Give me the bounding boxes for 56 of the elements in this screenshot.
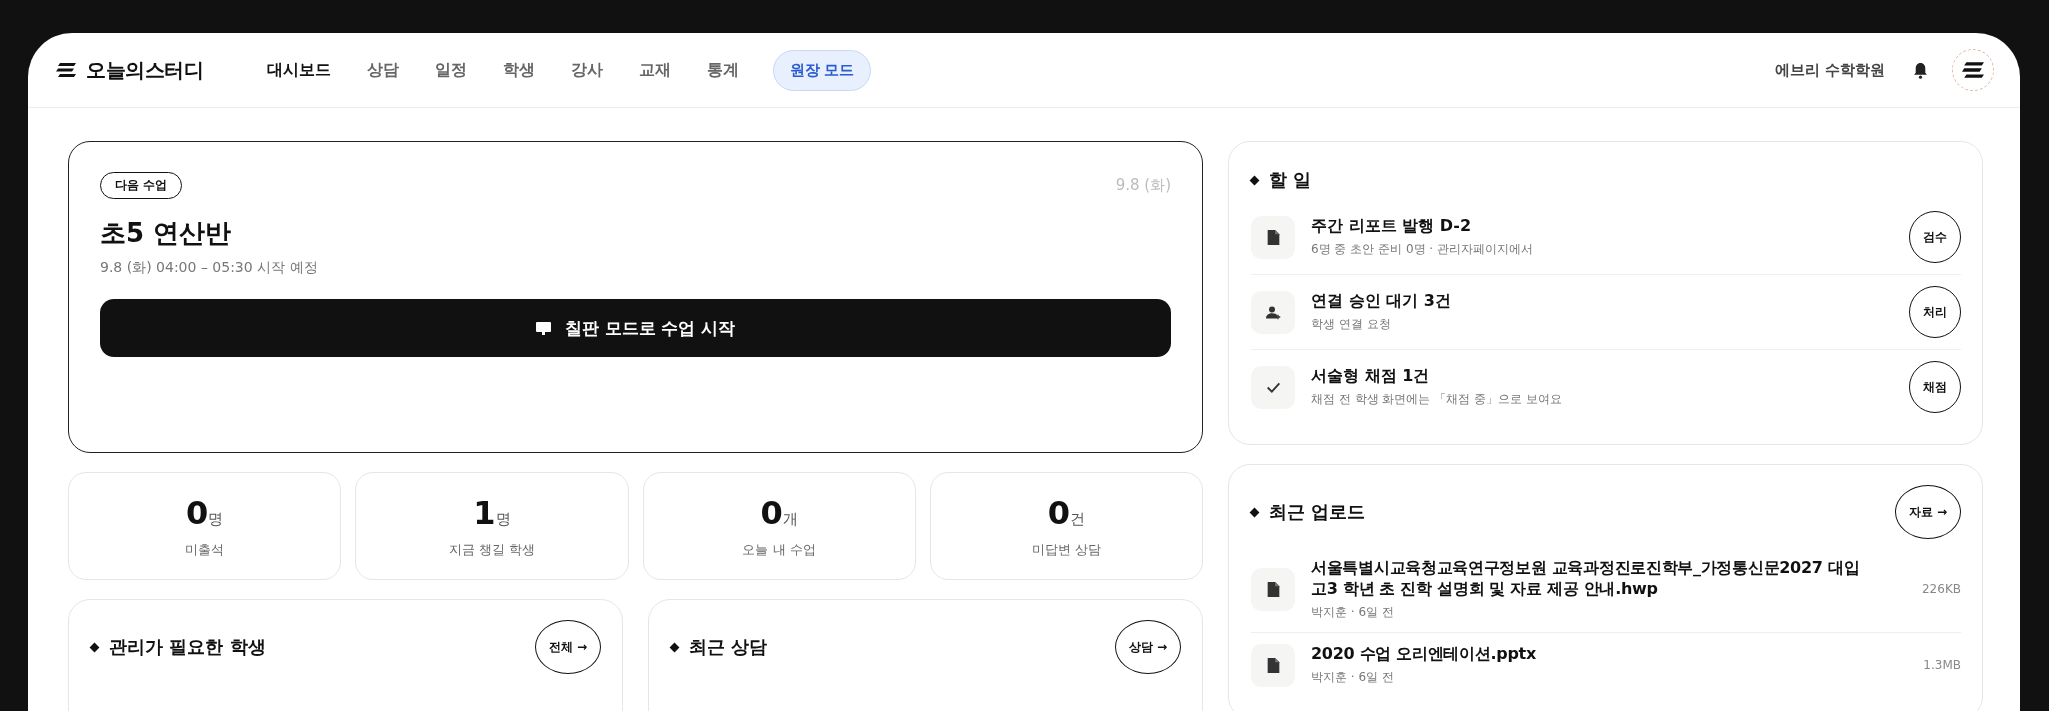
stat-label: 미답변 상담 bbox=[1031, 540, 1101, 559]
nav-tab[interactable]: 대시보드 bbox=[253, 51, 345, 89]
document-icon bbox=[1265, 581, 1281, 597]
stat-value: 1 bbox=[473, 493, 496, 532]
logo-icon bbox=[1962, 62, 1984, 78]
section-title: 관리가 필요한 학생 bbox=[109, 635, 266, 659]
todo-action-button[interactable]: 처리 bbox=[1909, 286, 1961, 338]
section-title: 최근 업로드 bbox=[1269, 500, 1366, 524]
stat-label: 미출석 bbox=[185, 540, 225, 559]
view-all-button[interactable]: 전체 → bbox=[535, 620, 601, 674]
todo-title: 주간 리포트 발행 D-2 bbox=[1311, 216, 1473, 237]
stat-unit: 명 bbox=[208, 509, 224, 529]
todo-action-button[interactable]: 검수 bbox=[1909, 211, 1961, 263]
stat-value: 0 bbox=[186, 493, 209, 532]
nav-tab[interactable]: 통계 bbox=[693, 51, 753, 89]
file-name[interactable]: 2020 수업 오리엔테이션.pptx bbox=[1311, 644, 1908, 665]
todo-subtitle: 6명 중 초안 준비 0명 · 관리자페이지에서 bbox=[1311, 241, 1534, 258]
file-name[interactable]: 서울특별시교육청교육연구정보원 교육과정진로진학부_가정통신문2027 대입 고3 학년 초 진학 설명회 및 자료 제공 안내.hwp bbox=[1311, 558, 1906, 600]
todo-action-button[interactable]: 채점 bbox=[1909, 361, 1961, 413]
stat-value: 0 bbox=[1047, 493, 1070, 532]
stat-unit: 명 bbox=[495, 509, 511, 529]
todo-title: 연결 승인 대기 3건 bbox=[1311, 291, 1452, 312]
mode-button[interactable]: 원장 모드 bbox=[773, 49, 872, 91]
todo-title: 서술형 채점 1건 bbox=[1311, 366, 1431, 387]
todo-subtitle: 학생 연결 요청 bbox=[1311, 316, 1392, 333]
class-time: 9.8 (화) 04:00 – 05:30 시작 예정 bbox=[100, 259, 319, 277]
nav-tab[interactable]: 강사 bbox=[557, 51, 617, 89]
class-date: 9.8 (화) bbox=[1115, 176, 1171, 195]
stat-label: 지금 챙길 학생 bbox=[448, 540, 535, 559]
file-meta: 박지훈 · 6일 전 bbox=[1311, 603, 1395, 621]
materials-button[interactable]: 자료 → bbox=[1895, 485, 1961, 539]
file-size: 1.3MB bbox=[1923, 658, 1961, 673]
start-class-button[interactable]: 칠판 모드로 수업 시작 bbox=[100, 299, 1171, 357]
section-title: 할 일 bbox=[1269, 168, 1312, 192]
stat-unit: 건 bbox=[1070, 509, 1085, 529]
view-all-button[interactable]: 상담 → bbox=[1115, 620, 1181, 674]
file-meta: 박지훈 · 6일 전 bbox=[1311, 669, 1395, 686]
nav-tab[interactable]: 일정 bbox=[421, 51, 481, 89]
todo-subtitle: 채점 전 학생 화면에는 「채점 중」으로 보여요 bbox=[1311, 391, 1563, 408]
stat-label: 오늘 내 수업 bbox=[742, 540, 816, 559]
nav-tab[interactable]: 상담 bbox=[353, 51, 413, 89]
nav-tab[interactable]: 교재 bbox=[625, 51, 685, 89]
stat-unit: 개 bbox=[782, 509, 798, 529]
logo-icon bbox=[55, 63, 77, 77]
add-person-icon bbox=[1265, 304, 1281, 320]
document-icon bbox=[1265, 229, 1281, 245]
class-title: 초5 연산반 bbox=[100, 217, 233, 250]
file-size: 226KB bbox=[1922, 582, 1961, 597]
nav-tab[interactable]: 학생 bbox=[489, 51, 549, 89]
bell-icon[interactable] bbox=[1913, 61, 1928, 79]
stat-value: 0 bbox=[760, 493, 783, 532]
section-title: 최근 상담 bbox=[689, 635, 768, 659]
monitor-icon bbox=[535, 321, 551, 335]
academy-name[interactable]: 에브리 수학학원 bbox=[1774, 60, 1885, 80]
app-logo-text[interactable]: 오늘의스터디 bbox=[86, 56, 203, 84]
document-icon bbox=[1265, 657, 1281, 673]
